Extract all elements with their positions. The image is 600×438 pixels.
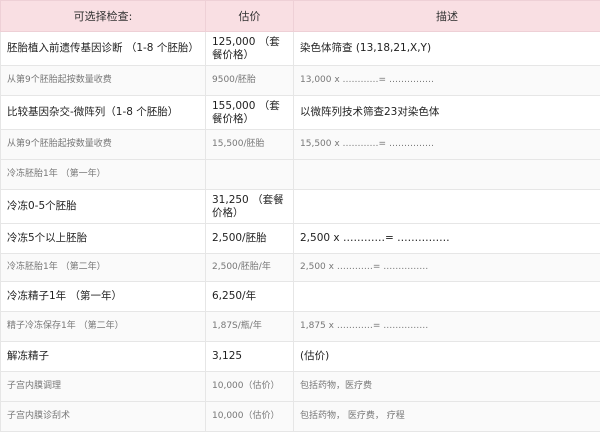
table-row: 比较基因杂交-微阵列（1-8 个胚胎） 155,000 （套餐价格） 以微阵列技… — [0, 95, 600, 130]
row-item: 冷冻0-5个胚胎 — [0, 189, 206, 224]
row-item: 子宫内膜调理 — [0, 371, 206, 402]
row-description — [293, 189, 600, 224]
row-price: 3,125 — [205, 341, 294, 372]
row-description: 15,500 x …………= …………… — [293, 129, 600, 160]
table-row: 精子冷冻保存1年 （第二年） 1,87S/瓶/年 1,875 x …………= …… — [0, 311, 600, 342]
table-row: 子宫内膜诊刮术 10,000（估价） 包括药物， 医疗费， 疗程 — [0, 401, 600, 432]
row-price: 155,000 （套餐价格） — [205, 95, 294, 130]
row-description: 1,875 x …………= …………… — [293, 311, 600, 342]
table-row: 冷冻胚胎1年 （第二年） 2,500/胚胎/年 2,500 x …………= ……… — [0, 253, 600, 282]
row-item: 冷冻胚胎1年 （第二年） — [0, 253, 206, 282]
row-item: 比较基因杂交-微阵列（1-8 个胚胎） — [0, 95, 206, 130]
table-row: 冷冻0-5个胚胎 31,250 （套餐价格） — [0, 189, 600, 224]
row-description: 包括药物，医疗费 — [293, 371, 600, 402]
table-row: 冷冻胚胎1年 （第一年） — [0, 159, 600, 190]
header-item: 可选择检查: — [0, 0, 206, 32]
row-description: 包括药物， 医疗费， 疗程 — [293, 401, 600, 432]
table-row: 从第9个胚胎起按数量收费 9500/胚胎 13,000 x …………= …………… — [0, 65, 600, 96]
row-price: 9500/胚胎 — [205, 65, 294, 96]
row-price: 10,000（估价） — [205, 401, 294, 432]
row-item: 精子冷冻保存1年 （第二年） — [0, 311, 206, 342]
row-price — [205, 159, 294, 190]
price-table: 可选择检查: 估价 描述 胚胎植入前遗传基因诊断 （1-8 个胚胎） 125,0… — [0, 0, 600, 432]
table-row: 从第9个胚胎起按数量收费 15,500/胚胎 15,500 x …………= ……… — [0, 129, 600, 160]
header-description: 描述 — [293, 0, 600, 32]
table-header-row: 可选择检查: 估价 描述 — [0, 0, 600, 32]
row-description: 2,500 x …………= …………… — [293, 223, 600, 254]
row-description: 染色体筛查 (13,18,21,X,Y) — [293, 31, 600, 66]
row-item: 冷冻5个以上胚胎 — [0, 223, 206, 254]
row-price: 10,000（估价） — [205, 371, 294, 402]
row-item: 胚胎植入前遗传基因诊断 （1-8 个胚胎） — [0, 31, 206, 66]
row-description: 13,000 x …………= …………… — [293, 65, 600, 96]
row-description: (估价) — [293, 341, 600, 372]
row-item: 冷冻精子1年 （第一年） — [0, 281, 206, 312]
row-price: 2,500/胚胎 — [205, 223, 294, 254]
table-row: 胚胎植入前遗传基因诊断 （1-8 个胚胎） 125,000 （套餐价格） 染色体… — [0, 31, 600, 66]
row-item: 从第9个胚胎起按数量收费 — [0, 65, 206, 96]
table-row: 解冻精子 3,125 (估价) — [0, 341, 600, 372]
table-row: 子宫内膜调理 10,000（估价） 包括药物，医疗费 — [0, 371, 600, 402]
row-description — [293, 159, 600, 190]
row-price: 6,250/年 — [205, 281, 294, 312]
table-row: 冷冻5个以上胚胎 2,500/胚胎 2,500 x …………= …………… — [0, 223, 600, 254]
row-description — [293, 281, 600, 312]
row-item: 解冻精子 — [0, 341, 206, 372]
row-price: 2,500/胚胎/年 — [205, 253, 294, 282]
row-price: 15,500/胚胎 — [205, 129, 294, 160]
row-price: 31,250 （套餐价格） — [205, 189, 294, 224]
table-row: 冷冻精子1年 （第一年） 6,250/年 — [0, 281, 600, 312]
header-price: 估价 — [205, 0, 294, 32]
row-price: 1,87S/瓶/年 — [205, 311, 294, 342]
row-description: 以微阵列技术筛查23对染色体 — [293, 95, 600, 130]
price-table-container: 可选择检查: 估价 描述 胚胎植入前遗传基因诊断 （1-8 个胚胎） 125,0… — [0, 0, 600, 438]
row-item: 从第9个胚胎起按数量收费 — [0, 129, 206, 160]
row-description: 2,500 x …………= …………… — [293, 253, 600, 282]
row-item: 冷冻胚胎1年 （第一年） — [0, 159, 206, 190]
row-price: 125,000 （套餐价格） — [205, 31, 294, 66]
row-item: 子宫内膜诊刮术 — [0, 401, 206, 432]
